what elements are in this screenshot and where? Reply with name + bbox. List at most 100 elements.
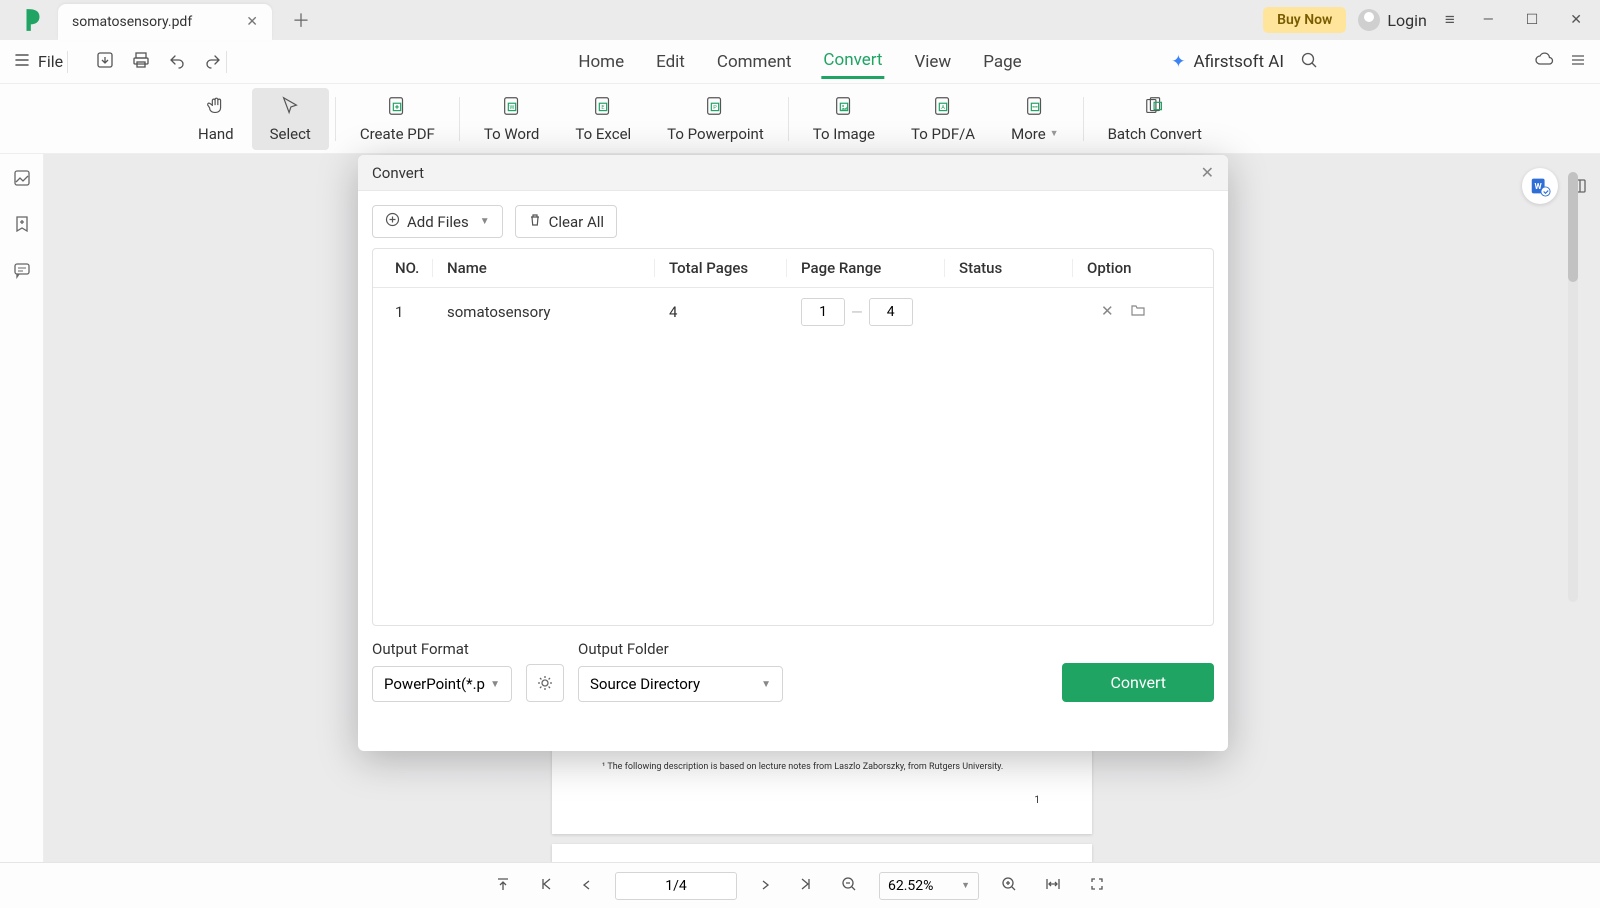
comment-icon[interactable] — [12, 260, 32, 284]
login-button[interactable]: Login — [1358, 9, 1426, 31]
page-preview-next — [552, 844, 1092, 862]
svg-text:P: P — [714, 105, 718, 111]
save-icon[interactable] — [96, 51, 114, 73]
zoom-in-icon[interactable] — [995, 872, 1023, 900]
page-number: 1 — [1034, 795, 1040, 806]
ai-button[interactable]: ✦ Afirstsoft AI — [1171, 52, 1284, 72]
zoom-out-icon[interactable] — [835, 872, 863, 900]
file-menu[interactable]: File — [14, 52, 63, 72]
ribbon-more-label: More — [1011, 125, 1046, 143]
zoom-select[interactable]: 62.52% ▼ — [879, 872, 979, 900]
document-tab[interactable]: somatosensory.pdf ✕ — [58, 4, 272, 40]
range-to-input[interactable] — [869, 298, 913, 326]
last-page-icon[interactable] — [793, 872, 819, 899]
maximize-icon[interactable]: ☐ — [1516, 12, 1549, 28]
close-window-icon[interactable]: ✕ — [1560, 12, 1592, 28]
ribbon: Hand Select Create PDF W To Word E To Ex… — [0, 84, 1600, 154]
minimize-icon[interactable]: — — [1473, 12, 1504, 28]
new-tab-button[interactable]: ＋ — [284, 3, 318, 37]
page-indicator-input[interactable] — [615, 872, 737, 900]
page-footnote: ¹ The following description is based on … — [602, 762, 1042, 772]
col-header-range: Page Range — [787, 259, 945, 277]
clear-all-button[interactable]: Clear All — [515, 205, 617, 238]
svg-text:E: E — [602, 105, 605, 111]
modal-header: Convert ✕ — [358, 155, 1228, 191]
title-bar-right: Buy Now Login ≡ — ☐ ✕ — [1263, 7, 1592, 33]
ribbon-more[interactable]: More ▼ — [993, 88, 1076, 150]
to-pdfa-icon: A — [932, 95, 954, 121]
redo-icon[interactable] — [204, 51, 222, 73]
ai-label-text: Afirstsoft AI — [1194, 52, 1284, 72]
next-page-icon[interactable] — [753, 872, 777, 899]
modal-close-icon[interactable]: ✕ — [1201, 163, 1214, 182]
tab-page[interactable]: Page — [981, 46, 1023, 78]
range-separator: — — [851, 303, 863, 321]
ribbon-to-pdfa[interactable]: A To PDF/A — [893, 88, 993, 150]
open-folder-icon[interactable] — [1130, 302, 1146, 322]
prev-page-icon[interactable] — [575, 872, 599, 899]
ribbon-hand[interactable]: Hand — [180, 88, 252, 150]
range-from-input[interactable] — [801, 298, 845, 326]
tab-home[interactable]: Home — [576, 46, 626, 78]
first-page-icon[interactable] — [533, 872, 559, 899]
table-row: 1 somatosensory 4 — ✕ — [373, 288, 1213, 336]
fit-width-icon[interactable] — [1039, 872, 1067, 900]
output-format-select[interactable]: PowerPoint(*.p ▼ — [372, 666, 512, 702]
trash-icon — [528, 213, 542, 231]
cursor-icon — [279, 95, 301, 121]
toolbar-divider — [226, 51, 227, 73]
scroll-top-icon[interactable] — [489, 872, 517, 900]
print-icon[interactable] — [132, 51, 150, 73]
search-icon[interactable] — [1300, 51, 1318, 73]
cell-no: 1 — [373, 303, 433, 321]
output-format-label: Output Format — [372, 640, 512, 658]
toolbar: File Home Edit Comment Convert View Page… — [0, 40, 1600, 84]
convert-button[interactable]: Convert — [1062, 663, 1214, 702]
settings-button[interactable] — [526, 664, 564, 702]
fullscreen-icon[interactable] — [1083, 872, 1111, 900]
cell-name: somatosensory — [433, 303, 655, 321]
ribbon-to-image[interactable]: To Image — [795, 88, 893, 150]
add-files-label: Add Files — [407, 213, 469, 231]
ribbon-to-powerpoint[interactable]: P To Powerpoint — [649, 88, 782, 150]
thumbnails-icon[interactable] — [12, 168, 32, 192]
remove-row-icon[interactable]: ✕ — [1101, 302, 1114, 322]
main-menu-icon[interactable]: ≡ — [1439, 10, 1461, 30]
close-tab-icon[interactable]: ✕ — [246, 14, 258, 30]
lines-icon[interactable] — [1570, 52, 1586, 72]
caret-down-icon: ▼ — [961, 880, 970, 891]
tab-view[interactable]: View — [912, 46, 953, 78]
panel-toggle-icon[interactable] — [1560, 168, 1596, 204]
plus-circle-icon — [385, 212, 400, 231]
vertical-scrollbar[interactable] — [1568, 172, 1578, 602]
ribbon-create-pdf[interactable]: Create PDF — [342, 88, 453, 150]
ribbon-hand-label: Hand — [198, 125, 234, 143]
to-excel-icon: E — [592, 95, 614, 121]
tab-edit[interactable]: Edit — [654, 46, 687, 78]
list-icon — [14, 52, 30, 72]
ribbon-batch-convert[interactable]: Batch Convert — [1090, 88, 1220, 150]
buy-now-button[interactable]: Buy Now — [1263, 7, 1346, 33]
svg-text:A: A — [941, 105, 945, 111]
tab-comment[interactable]: Comment — [715, 46, 794, 78]
word-export-icon[interactable]: W — [1522, 168, 1558, 204]
output-folder-select[interactable]: Source Directory ▼ — [578, 666, 783, 702]
bookmark-icon[interactable] — [12, 214, 32, 238]
ribbon-select[interactable]: Select — [252, 88, 329, 150]
ribbon-batch-convert-label: Batch Convert — [1108, 125, 1202, 143]
files-table: NO. Name Total Pages Page Range Status O… — [372, 248, 1214, 626]
caret-down-icon: ▼ — [490, 679, 500, 690]
cell-option: ✕ — [1073, 302, 1213, 322]
col-header-no: NO. — [373, 259, 433, 277]
scrollbar-thumb[interactable] — [1568, 172, 1578, 282]
add-files-button[interactable]: Add Files ▼ — [372, 205, 503, 238]
ribbon-to-excel[interactable]: E To Excel — [557, 88, 649, 150]
col-header-total: Total Pages — [655, 259, 787, 277]
cloud-icon[interactable] — [1534, 50, 1554, 74]
ribbon-to-word[interactable]: W To Word — [466, 88, 558, 150]
col-header-status: Status — [945, 259, 1073, 277]
caret-down-icon: ▼ — [1050, 128, 1059, 139]
modal-footer: Output Format PowerPoint(*.p ▼ Output Fo… — [358, 626, 1228, 720]
undo-icon[interactable] — [168, 51, 186, 73]
tab-convert[interactable]: Convert — [821, 44, 884, 79]
